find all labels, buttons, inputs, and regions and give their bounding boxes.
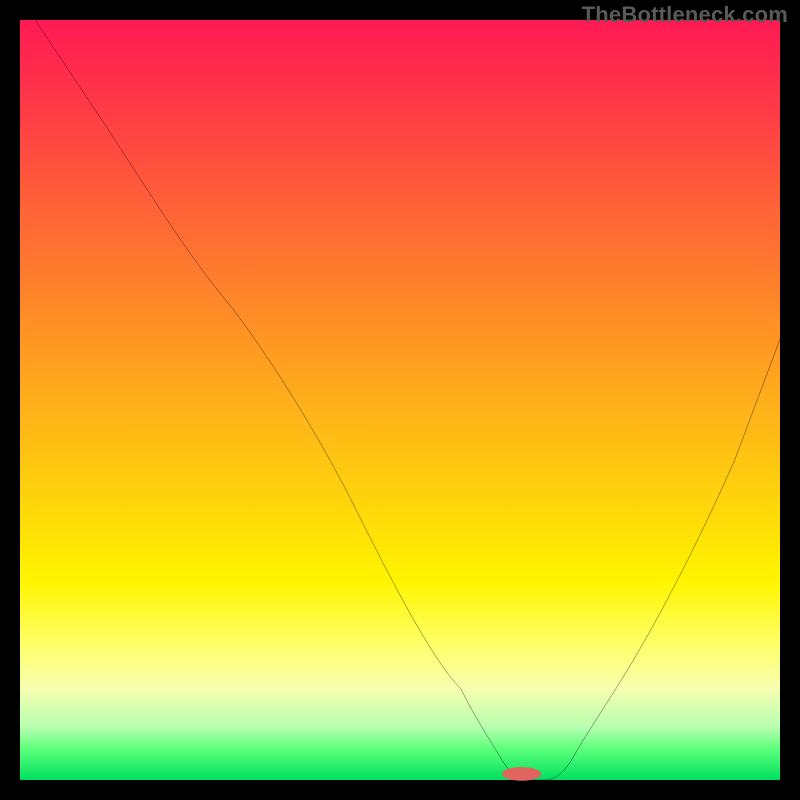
watermark-text: TheBottleneck.com — [582, 2, 788, 28]
optimal-marker — [502, 767, 542, 781]
curve-layer — [20, 20, 780, 780]
chart-frame: TheBottleneck.com — [0, 0, 800, 800]
bottleneck-curve — [35, 20, 780, 780]
